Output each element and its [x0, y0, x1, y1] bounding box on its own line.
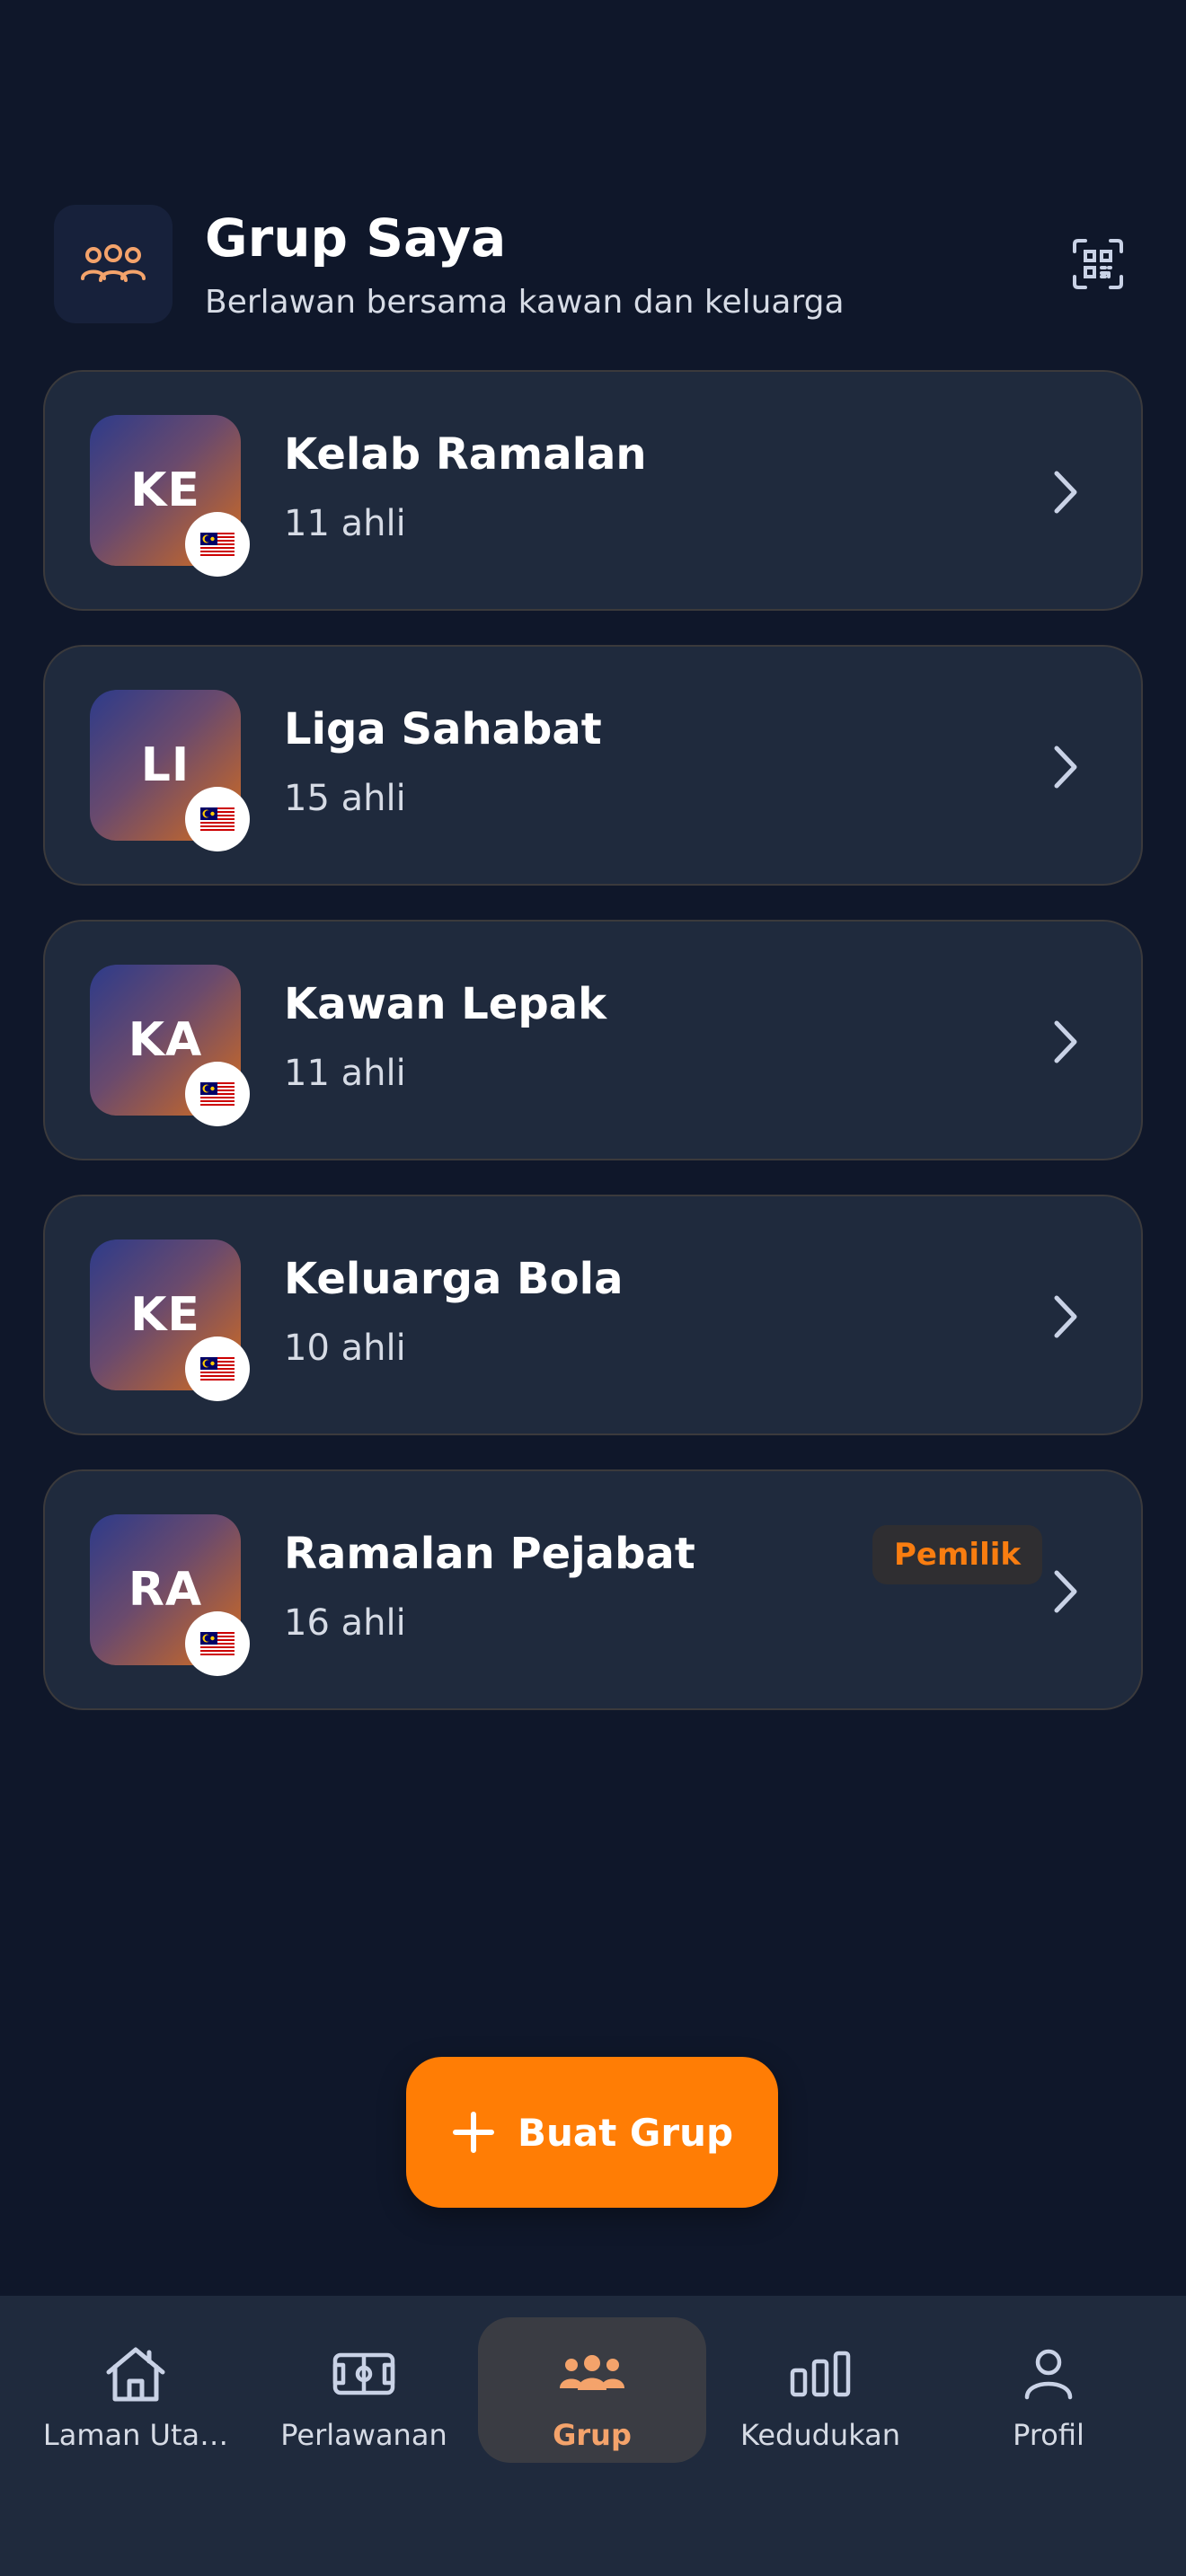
nav-item-home[interactable]: Laman Uta…: [22, 2317, 250, 2463]
malaysia-flag-icon: [185, 1062, 250, 1126]
nav-item-standings[interactable]: Kedudukan: [706, 2317, 934, 2463]
group-name: Liga Sahabat: [284, 704, 602, 754]
plus-icon: [452, 2112, 494, 2153]
group-member-count: 11 ahli: [284, 1053, 406, 1094]
group-member-count: 16 ahli: [284, 1602, 406, 1644]
create-group-label: Buat Grup: [517, 2110, 734, 2155]
group-initials: KA: [128, 1013, 203, 1067]
page-header: Grup Saya Berlawan bersama kawan dan kel…: [54, 205, 1132, 323]
malaysia-flag-icon: [185, 1611, 250, 1676]
chevron-right-icon: [1042, 465, 1089, 519]
page-subtitle: Berlawan bersama kawan dan keluarga: [205, 284, 845, 321]
chevron-right-icon: [1042, 740, 1089, 794]
create-group-button[interactable]: Buat Grup: [406, 2057, 778, 2208]
nav-label: Perlawanan: [280, 2418, 447, 2452]
nav-label: Laman Uta…: [42, 2418, 229, 2452]
group-initials: KE: [130, 1288, 200, 1342]
chevron-right-icon: [1042, 1015, 1089, 1069]
home-icon: [22, 2342, 250, 2405]
group-member-count: 11 ahli: [284, 503, 406, 544]
qr-scan-icon: [1073, 239, 1123, 289]
group-name: Keluarga Bola: [284, 1254, 624, 1304]
bottom-nav: Laman Uta… Perlawanan Grup Kedudukan Pro…: [0, 2296, 1186, 2576]
malaysia-flag-icon: [185, 1337, 250, 1401]
nav-item-groups[interactable]: Grup: [478, 2317, 706, 2463]
group-initials: RA: [128, 1563, 203, 1617]
page-title: Grup Saya: [205, 207, 507, 269]
group-initials: LI: [140, 738, 190, 792]
group-card[interactable]: LI Liga Sahabat 15 ahli: [43, 645, 1143, 886]
pitch-icon: [250, 2342, 478, 2405]
group-name: Kawan Lepak: [284, 979, 607, 1029]
group-card[interactable]: KE Kelab Ramalan 11 ahli: [43, 370, 1143, 611]
user-icon: [934, 2342, 1163, 2405]
nav-label: Kedudukan: [739, 2418, 901, 2452]
bar-chart-icon: [706, 2342, 934, 2405]
chevron-right-icon: [1042, 1565, 1089, 1619]
group-name: Kelab Ramalan: [284, 429, 647, 480]
group-initials: KE: [130, 463, 200, 517]
users-icon: [54, 205, 173, 323]
group-list: KE Kelab Ramalan 11 ahli LI Liga Sahabat…: [43, 370, 1143, 1744]
qr-scan-button[interactable]: [1064, 230, 1132, 298]
group-card[interactable]: KA Kawan Lepak 11 ahli: [43, 920, 1143, 1160]
chevron-right-icon: [1042, 1290, 1089, 1344]
group-member-count: 15 ahli: [284, 778, 406, 819]
nav-label: Profil: [1013, 2418, 1084, 2452]
group-name: Ramalan Pejabat: [284, 1529, 695, 1579]
group-member-count: 10 ahli: [284, 1328, 406, 1369]
malaysia-flag-icon: [185, 787, 250, 851]
nav-label: Grup: [553, 2418, 632, 2452]
group-card[interactable]: KE Keluarga Bola 10 ahli: [43, 1195, 1143, 1435]
owner-badge: Pemilik: [872, 1525, 1042, 1584]
users-icon: [478, 2342, 706, 2405]
malaysia-flag-icon: [185, 512, 250, 577]
nav-item-profile[interactable]: Profil: [934, 2317, 1163, 2463]
nav-item-matches[interactable]: Perlawanan: [250, 2317, 478, 2463]
group-card[interactable]: RA Ramalan Pejabat 16 ahli Pemilik: [43, 1469, 1143, 1710]
